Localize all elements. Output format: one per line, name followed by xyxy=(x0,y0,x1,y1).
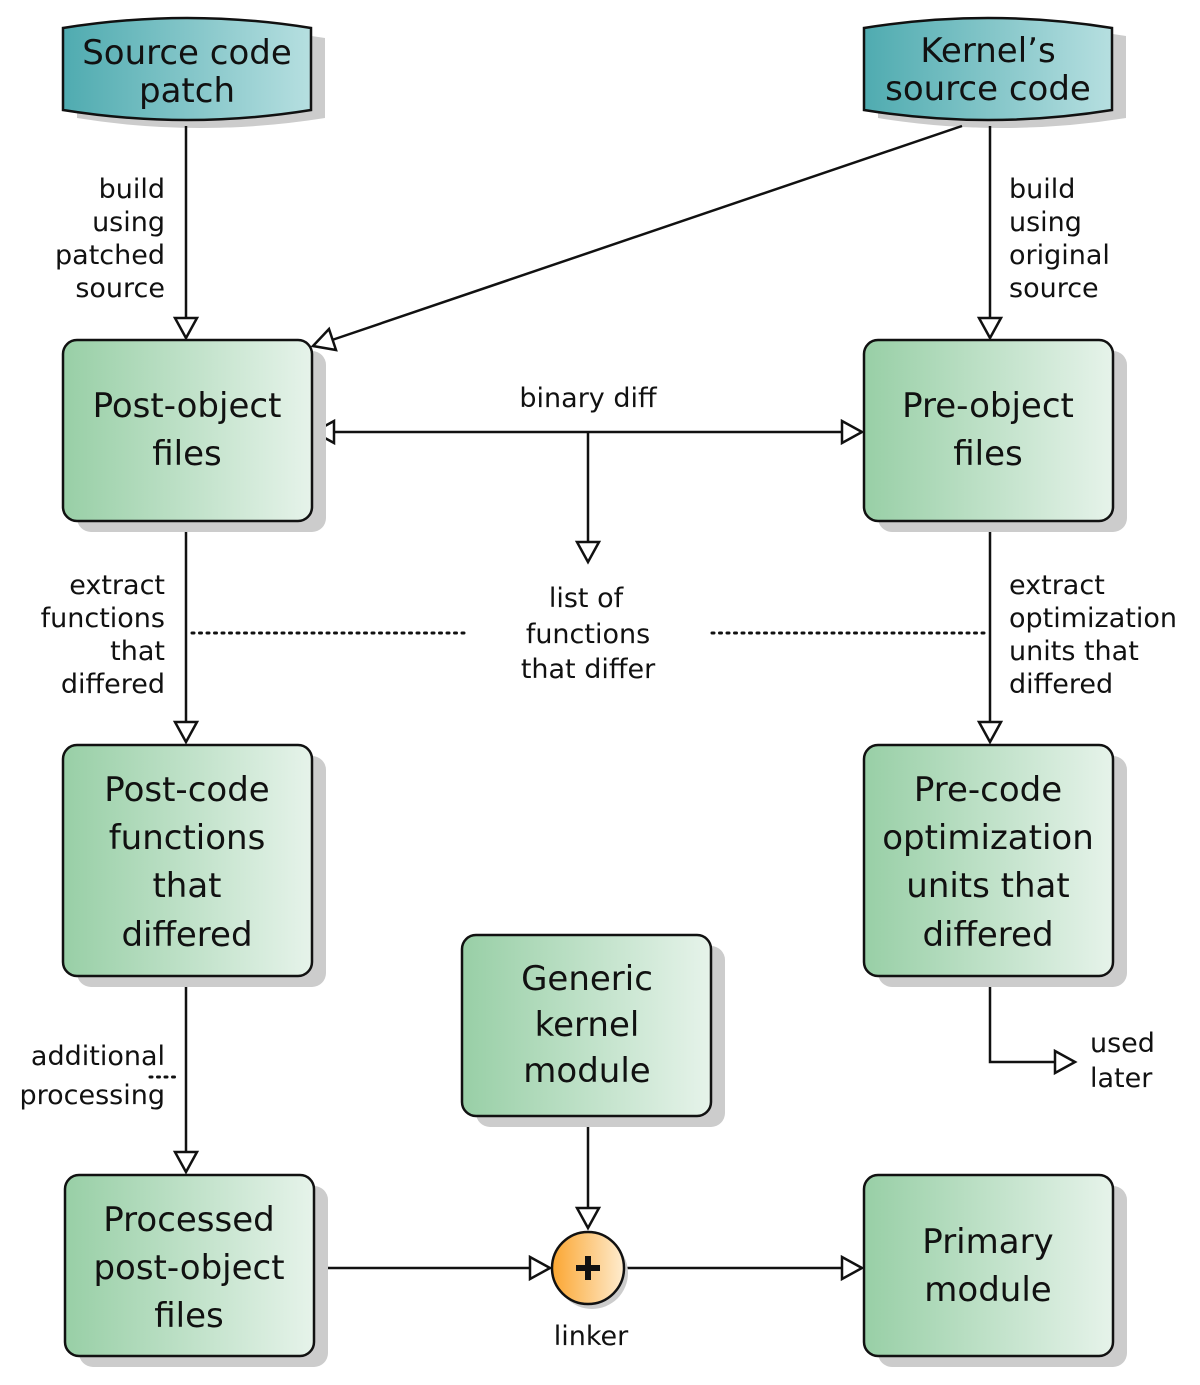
arrowhead-icon xyxy=(840,1254,865,1282)
edge-binary-diff xyxy=(311,418,865,565)
primary-module-node: Primary module xyxy=(862,1173,1127,1367)
label-line: using xyxy=(92,207,165,238)
label-line: binary diff xyxy=(519,383,658,414)
label-binary-diff: binary diff xyxy=(519,383,658,414)
post-object-line-2: files xyxy=(152,434,222,474)
pre-code-line-4: differed xyxy=(922,915,1053,955)
arrowhead-icon xyxy=(976,316,1004,341)
pre-code-line-1: Pre-code xyxy=(914,770,1062,810)
generic-module-line-3: module xyxy=(523,1051,650,1091)
label-line: functions xyxy=(526,619,650,650)
arrowhead-icon xyxy=(172,316,200,341)
label-line: units that xyxy=(1009,636,1139,667)
generic-module-line-2: kernel xyxy=(535,1005,640,1045)
edge-processed-to-linker xyxy=(314,1254,553,1282)
arrowhead-icon xyxy=(172,720,200,745)
kernel-source-code-node: Kernel’s source code xyxy=(862,16,1126,128)
label-build-original: build using original source xyxy=(1009,174,1110,304)
label-line: build xyxy=(99,174,165,205)
post-object-files-node: Post-object files xyxy=(61,338,326,532)
source-code-patch-node: Source code patch xyxy=(61,16,325,128)
processed-line-1: Processed xyxy=(103,1200,274,1240)
edge-generic-to-linker xyxy=(574,1115,602,1231)
kernel-source-line-2: source code xyxy=(885,69,1091,109)
label-line: extract xyxy=(1009,570,1105,601)
label-list-of-functions: list of functions that differ xyxy=(521,583,656,685)
post-code-line-2: functions xyxy=(109,818,266,858)
arrowhead-icon xyxy=(574,540,602,565)
post-code-functions-node: Post-code functions that differed xyxy=(61,743,326,987)
diagram-canvas: Source code patch Kernel’s source code P… xyxy=(19,16,1177,1367)
arrowhead-icon xyxy=(574,1206,602,1231)
arrowhead-icon xyxy=(528,1254,553,1282)
post-object-line-1: Post-object xyxy=(93,386,282,426)
processed-line-2: post-object xyxy=(93,1248,284,1288)
edge-used-later xyxy=(988,976,1078,1076)
arrowhead-icon xyxy=(840,418,865,446)
post-code-line-4: differed xyxy=(121,915,252,955)
label-line: used xyxy=(1090,1028,1155,1059)
pre-code-line-2: optimization xyxy=(882,818,1094,858)
label-used-later: used later xyxy=(1090,1028,1155,1094)
label-line: original xyxy=(1009,240,1110,271)
pre-code-line-3: units that xyxy=(906,866,1069,906)
source-patch-line-1: Source code xyxy=(82,33,292,73)
label-line: that differ xyxy=(521,654,656,685)
label-line: patched xyxy=(55,240,165,271)
primary-line-1: Primary xyxy=(922,1222,1053,1262)
linker-label: linker xyxy=(554,1321,629,1352)
label-line: processing xyxy=(19,1080,165,1111)
post-code-line-3: that xyxy=(152,866,221,906)
label-line: differed xyxy=(1009,669,1113,700)
pre-code-units-node: Pre-code optimization units that differe… xyxy=(862,743,1127,987)
label-line: additional xyxy=(31,1041,165,1072)
arrowhead-icon xyxy=(172,1150,200,1175)
edge-additional-processing xyxy=(172,976,200,1175)
arrowhead-icon xyxy=(1053,1048,1078,1076)
label-line: using xyxy=(1009,207,1082,238)
edge-build-original xyxy=(976,126,1004,341)
processed-line-3: files xyxy=(154,1296,224,1336)
label-extract-functions: extract functions that differed xyxy=(41,570,165,700)
label-line: source xyxy=(1009,273,1099,304)
linker-node: linker xyxy=(550,1230,629,1352)
label-line: extract xyxy=(69,570,165,601)
edge-kernel-to-post-object xyxy=(310,124,963,352)
pre-object-line-2: files xyxy=(953,434,1023,474)
kernel-source-line-1: Kernel’s xyxy=(920,31,1055,71)
pre-object-files-node: Pre-object files xyxy=(862,338,1127,532)
arrowhead-icon xyxy=(976,720,1004,745)
pre-object-line-1: Pre-object xyxy=(902,386,1074,426)
generic-module-line-1: Generic xyxy=(521,959,653,999)
label-build-patched: build using patched source xyxy=(55,174,165,304)
primary-line-2: module xyxy=(924,1270,1051,1310)
processed-post-object-node: Processed post-object files xyxy=(63,1173,328,1367)
source-patch-line-2: patch xyxy=(139,71,235,111)
label-line: differed xyxy=(61,669,165,700)
label-line: list of xyxy=(549,583,625,614)
edge-build-patched xyxy=(172,126,200,341)
label-extract-units: extract optimization units that differed xyxy=(1009,570,1177,700)
label-line: build xyxy=(1009,174,1075,205)
edge-linker-to-primary xyxy=(625,1254,865,1282)
label-line: that xyxy=(110,636,165,667)
label-line: functions xyxy=(41,603,165,634)
label-line: optimization xyxy=(1009,603,1177,634)
post-code-line-1: Post-code xyxy=(104,770,269,810)
label-line: source xyxy=(75,273,165,304)
label-line: later xyxy=(1090,1063,1153,1094)
generic-kernel-module-node: Generic kernel module xyxy=(460,933,725,1127)
arrowhead-icon xyxy=(310,326,338,352)
label-additional-processing: additional processing xyxy=(19,1041,165,1111)
